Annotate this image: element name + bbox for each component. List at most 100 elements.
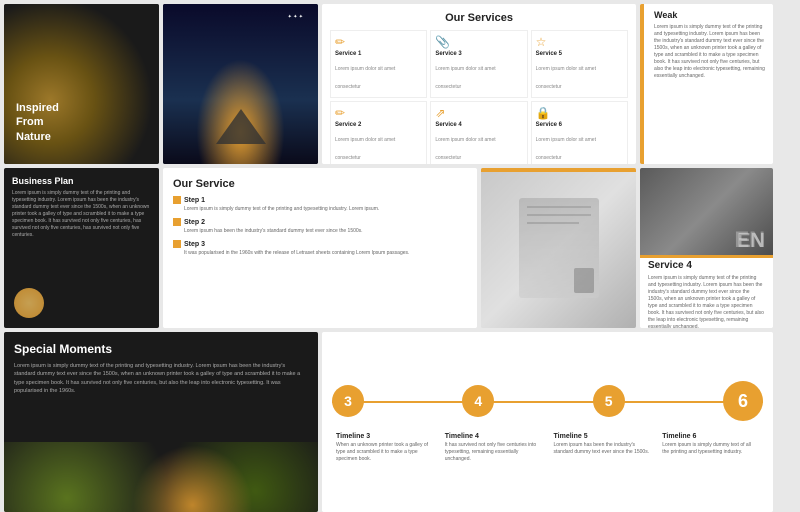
service-item-2: ✏ Service 2 Lorem ipsum dolor sit amet c… (330, 101, 427, 164)
timeline3-desc: When an unknown printer took a galley of… (336, 442, 433, 463)
step3-dot (173, 240, 181, 248)
step3-desc: It was popularised in the 1960s with the… (173, 250, 467, 257)
business-orange-dot (14, 288, 44, 318)
timeline-connector-line (332, 401, 763, 403)
slide-special-moments: Special Moments Lorem ipsum is simply du… (4, 332, 318, 512)
stars-decoration: ✦ ✦ ✦ (288, 14, 303, 20)
step-1: Step 1 Lorem ipsum is simply dummy text … (173, 196, 467, 213)
writing-board (519, 198, 599, 298)
timeline-item-3: Timeline 3 When an unknown printer took … (332, 433, 437, 463)
slide-inspired-nature: Inspired From Nature (4, 4, 159, 164)
timeline6-label: Timeline 6 (662, 433, 759, 440)
service2-icon: ✏ (335, 106, 422, 120)
service4-body: Lorem ipsum is simply dummy text of the … (648, 275, 765, 328)
step1-title: Step 1 (173, 196, 467, 204)
special-heading: Special Moments (14, 342, 308, 356)
timeline6-desc: Lorem ipsum is simply dummy text of all … (662, 442, 759, 456)
timeline-circle6-number: 6 (738, 391, 748, 412)
timeline-circle-5: 5 (593, 385, 625, 417)
service3-desc: Lorem ipsum dolor sit amet consectetur (435, 66, 495, 90)
service-item-1: ✏ Service 1 Lorem ipsum dolor sit amet c… (330, 30, 427, 98)
service1-label: Service 1 (335, 51, 422, 57)
timeline-circle-3: 3 (332, 385, 364, 417)
step2-desc: Lorem ipsum has been the industry's stan… (173, 228, 467, 235)
service6-label: Service 6 (536, 122, 623, 128)
weak-content: Weak Lorem ipsum is simply dummy text of… (646, 10, 767, 80)
slide-timeline: 3 4 5 6 Timeline 3 When an unknown print… (322, 332, 773, 512)
service2-label: Service 2 (335, 122, 422, 128)
service-item-4: ⇗ Service 4 Lorem ipsum dolor sit amet c… (430, 101, 527, 164)
inspired-title-line2: From (16, 115, 59, 129)
slide-camping: ✦ ✦ ✦ (163, 4, 318, 164)
timeline-circle4-number: 4 (474, 393, 482, 409)
timeline-circle-6: 6 (723, 381, 763, 421)
service6-icon: 🔒 (536, 106, 623, 120)
weak-orange-bar (640, 4, 644, 164)
tent-shape (216, 109, 266, 144)
inspired-content: Inspired From Nature (16, 101, 59, 144)
step2-label: Step 2 (184, 219, 205, 226)
timeline-circle5-number: 5 (605, 393, 613, 409)
timeline-item-5: Timeline 5 Lorem ipsum has been the indu… (550, 433, 655, 463)
service4-image: EN (640, 168, 773, 258)
slide-weak: Weak Lorem ipsum is simply dummy text of… (640, 4, 773, 164)
ourservice-heading: Our Service (173, 178, 467, 190)
timeline5-desc: Lorem ipsum has been the industry's stan… (554, 442, 651, 456)
step1-dot (173, 196, 181, 204)
slide-business-plan: Business Plan Lorem ipsum is simply dumm… (4, 168, 159, 328)
inspired-title-line3: Nature (16, 130, 59, 144)
timeline-circles-row: 3 4 5 6 (332, 381, 763, 421)
service1-icon: ✏ (335, 35, 422, 49)
step1-label: Step 1 (184, 197, 205, 204)
service4-content: Service 4 Lorem ipsum is simply dummy te… (648, 260, 765, 328)
slide-grid: Inspired From Nature ✦ ✦ ✦ Our Services … (0, 0, 800, 500)
service3-icon: 📎 (435, 35, 522, 49)
step3-title: Step 3 (173, 240, 467, 248)
service-item-6: 🔒 Service 6 Lorem ipsum dolor sit amet c… (531, 101, 628, 164)
service4-desc: Lorem ipsum dolor sit amet consectetur (435, 137, 495, 161)
inspired-title-line1: Inspired (16, 101, 59, 115)
timeline3-label: Timeline 3 (336, 433, 433, 440)
service2-desc: Lorem ipsum dolor sit amet consectetur (335, 137, 395, 161)
timeline5-label: Timeline 5 (554, 433, 651, 440)
service4-heading: Service 4 (648, 260, 765, 271)
timeline-items-row: Timeline 3 When an unknown printer took … (332, 433, 763, 463)
service1-desc: Lorem ipsum dolor sit amet consectetur (335, 66, 395, 90)
services-heading: Our Services (330, 12, 628, 24)
service5-desc: Lorem ipsum dolor sit amet consectetur (536, 66, 596, 90)
slide-service4-detail: EN Service 4 Lorem ipsum is simply dummy… (640, 168, 773, 328)
service4-icon: ⇗ (435, 106, 522, 120)
step3-label: Step 3 (184, 241, 205, 248)
service-item-3: 📎 Service 3 Lorem ipsum dolor sit amet c… (430, 30, 527, 98)
timeline4-desc: It has survived not only five centuries … (445, 442, 542, 463)
board-line3 (527, 222, 579, 224)
weak-heading: Weak (654, 10, 767, 20)
timeline-circle3-number: 3 (344, 393, 352, 409)
writing-content (481, 168, 636, 328)
slide-our-service-steps: Our Service Step 1 Lorem ipsum is simply… (163, 168, 477, 328)
service4-orange-line (640, 255, 773, 258)
service4-image-text: EN (737, 230, 765, 253)
timeline-circle-4: 4 (462, 385, 494, 417)
step1-desc: Lorem ipsum is simply dummy text of the … (173, 206, 467, 213)
service-item-5: ☆ Service 5 Lorem ipsum dolor sit amet c… (531, 30, 628, 98)
step2-dot (173, 218, 181, 226)
slide-writing-person (481, 168, 636, 328)
step-3: Step 3 It was popularised in the 1960s w… (173, 240, 467, 257)
service5-icon: ☆ (536, 35, 623, 49)
special-body: Lorem ipsum is simply dummy text of the … (14, 362, 308, 395)
service6-desc: Lorem ipsum dolor sit amet consectetur (536, 137, 596, 161)
business-heading: Business Plan (12, 176, 151, 186)
service5-label: Service 5 (536, 51, 623, 57)
services-grid: ✏ Service 1 Lorem ipsum dolor sit amet c… (330, 30, 628, 152)
board-line1 (527, 206, 591, 208)
timeline-item-4: Timeline 4 It has survived not only five… (441, 433, 546, 463)
weak-body: Lorem ipsum is simply dummy text of the … (654, 24, 767, 80)
slide-our-services: Our Services ✏ Service 1 Lorem ipsum dol… (322, 4, 636, 164)
board-line2 (527, 214, 591, 216)
timeline4-label: Timeline 4 (445, 433, 542, 440)
service3-label: Service 3 (435, 51, 522, 57)
step-2: Step 2 Lorem ipsum has been the industry… (173, 218, 467, 235)
timeline-item-6: Timeline 6 Lorem ipsum is simply dummy t… (658, 433, 763, 463)
step2-title: Step 2 (173, 218, 467, 226)
